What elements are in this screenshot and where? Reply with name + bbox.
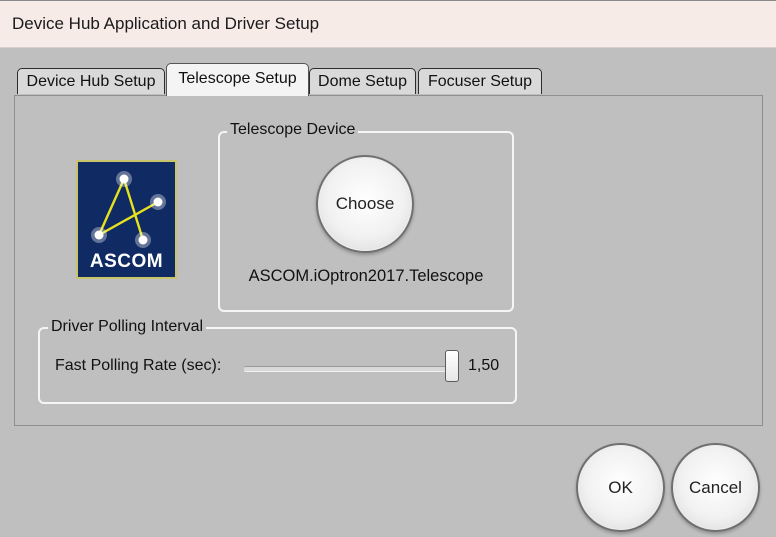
ok-button[interactable]: OK xyxy=(576,443,665,532)
ascom-logo-icon xyxy=(91,171,166,248)
ascom-logo-text: ASCOM xyxy=(89,251,164,272)
selected-device-name: ASCOM.iOptron2017.Telescope xyxy=(248,267,484,285)
tab-telescope-setup[interactable]: Telescope Setup xyxy=(166,63,309,96)
choose-button[interactable]: Choose xyxy=(316,155,414,253)
title-bar: Device Hub Application and Driver Setup xyxy=(0,1,776,48)
fast-polling-slider-track[interactable] xyxy=(244,366,454,372)
window-title: Device Hub Application and Driver Setup xyxy=(12,14,320,33)
driver-polling-legend: Driver Polling Interval xyxy=(48,318,207,336)
ascom-logo: ASCOM xyxy=(76,160,177,279)
tab-device-hub-setup[interactable]: Device Hub Setup xyxy=(17,68,165,94)
tab-dome-setup[interactable]: Dome Setup xyxy=(309,68,416,94)
fast-polling-slider-thumb[interactable] xyxy=(445,350,459,382)
tab-focuser-setup[interactable]: Focuser Setup xyxy=(418,68,542,94)
cancel-button[interactable]: Cancel xyxy=(671,443,760,532)
fast-polling-rate-value: 1,50 xyxy=(468,357,500,374)
telescope-device-legend: Telescope Device xyxy=(227,121,359,139)
fast-polling-rate-label: Fast Polling Rate (sec): xyxy=(55,357,222,374)
